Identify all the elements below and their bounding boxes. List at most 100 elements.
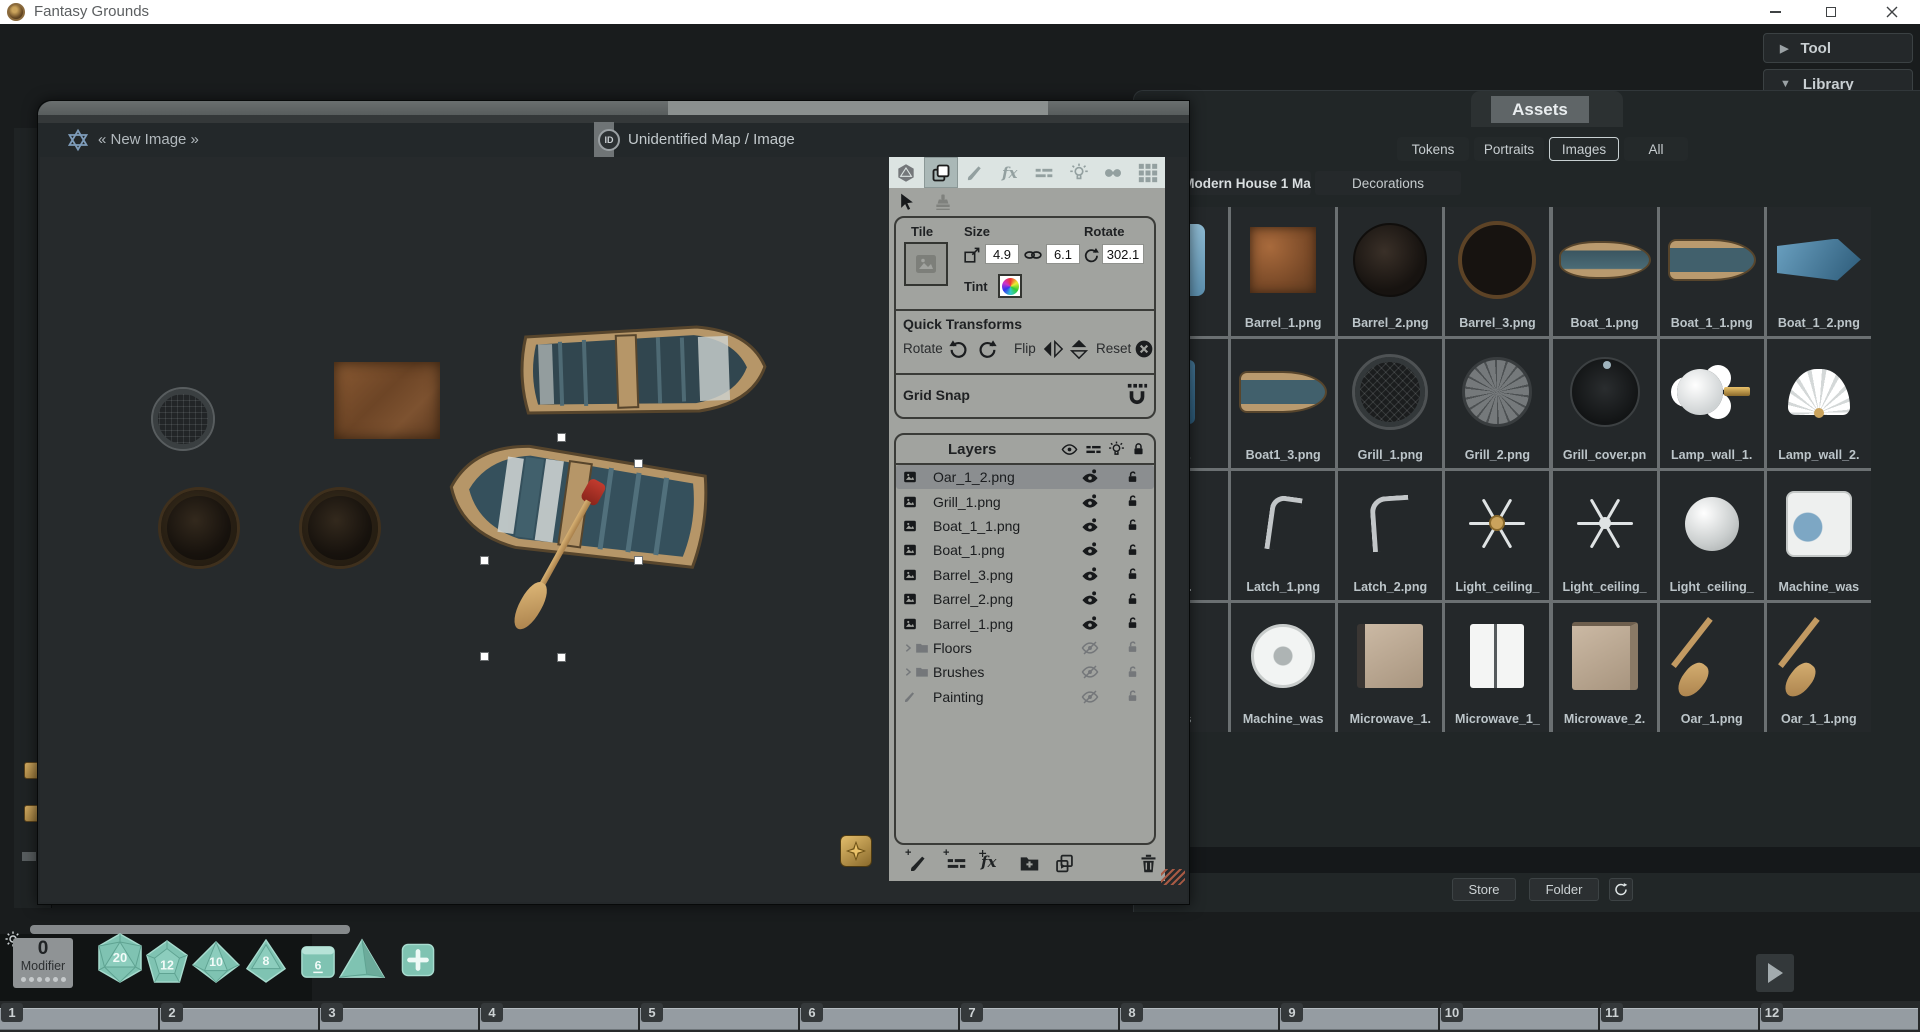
layer-row-barrel-1-png[interactable]: Barrel_1.png bbox=[896, 611, 1154, 635]
delete-layer-button[interactable] bbox=[1138, 853, 1159, 874]
layer-visibility-toggle[interactable] bbox=[1070, 615, 1110, 633]
refresh-button[interactable] bbox=[1609, 878, 1633, 901]
layer-row-barrel-2-png[interactable]: Barrel_2.png bbox=[896, 587, 1154, 611]
tint-swatch[interactable] bbox=[998, 274, 1022, 298]
reset-button[interactable] bbox=[1134, 339, 1154, 359]
minimize-button[interactable] bbox=[1752, 0, 1798, 24]
background-scrollbar[interactable] bbox=[30, 925, 350, 934]
asset-tile[interactable]: Latch_1.png bbox=[1231, 471, 1335, 600]
layer-lock-toggle[interactable] bbox=[1110, 640, 1154, 655]
layer-row-brushes[interactable]: Brushes bbox=[896, 660, 1154, 684]
hotkey-slot-12[interactable]: 12 bbox=[1760, 1008, 1918, 1030]
layer-visibility-toggle[interactable] bbox=[1070, 468, 1110, 486]
map-token-grill[interactable] bbox=[151, 387, 215, 451]
layer-lock-toggle[interactable] bbox=[1110, 592, 1154, 607]
map-token-barrel[interactable] bbox=[299, 487, 381, 569]
compass-button[interactable] bbox=[840, 835, 872, 867]
add-mask-layer-button[interactable]: + bbox=[946, 853, 967, 874]
asset-tile[interactable]: Boat_1_2.png bbox=[1767, 207, 1871, 336]
map-token-rust-plate[interactable] bbox=[334, 362, 440, 439]
hotkey-slot-11[interactable]: 11 bbox=[1600, 1008, 1758, 1030]
selection-handle[interactable] bbox=[557, 433, 566, 442]
hotkey-slot-8[interactable]: 8 bbox=[1120, 1008, 1278, 1030]
die-d4[interactable] bbox=[338, 938, 386, 980]
asset-tile[interactable]: Grill_cover.pn bbox=[1553, 339, 1657, 468]
tab-all[interactable]: All bbox=[1624, 137, 1688, 161]
asset-tile[interactable]: Barrel_1.png bbox=[1231, 207, 1335, 336]
die-d10[interactable]: 10 bbox=[192, 941, 240, 983]
hotkey-slot-3[interactable]: 3 bbox=[320, 1008, 478, 1030]
cursor-tool-icon[interactable] bbox=[897, 192, 917, 212]
hotkey-slot-1[interactable]: 1 bbox=[0, 1008, 158, 1030]
selection-handle[interactable] bbox=[480, 556, 489, 565]
hotkey-slot-10[interactable]: 10 bbox=[1440, 1008, 1598, 1030]
duplicate-layer-button[interactable] bbox=[1054, 853, 1075, 874]
hotkey-slot-5[interactable]: 5 bbox=[640, 1008, 798, 1030]
flip-vertical-button[interactable] bbox=[1068, 338, 1090, 360]
close-button[interactable] bbox=[1864, 0, 1920, 24]
modifier-box[interactable]: 0 Modifier bbox=[13, 938, 73, 988]
asset-tile[interactable]: Latch_2.png bbox=[1338, 471, 1442, 600]
layer-row-grill-1-png[interactable]: Grill_1.png bbox=[896, 489, 1154, 513]
layer-visibility-toggle[interactable] bbox=[1070, 688, 1110, 706]
layer-lock-toggle[interactable] bbox=[1110, 470, 1154, 485]
grid-mode-button[interactable] bbox=[1131, 157, 1166, 188]
layer-row-painting[interactable]: Painting bbox=[896, 685, 1154, 709]
rotate-cw-button[interactable] bbox=[976, 338, 998, 360]
tile-thumbnail[interactable] bbox=[904, 242, 948, 286]
module-button-modern-house[interactable]: Modern House 1 Ma bbox=[1183, 171, 1311, 195]
asset-tile[interactable]: Light_ceiling_ bbox=[1660, 471, 1764, 600]
asset-tile[interactable]: Barrel_2.png bbox=[1338, 207, 1442, 336]
size-width-input[interactable] bbox=[985, 244, 1019, 264]
hotkey-slot-2[interactable]: 2 bbox=[160, 1008, 318, 1030]
maximize-button[interactable] bbox=[1808, 0, 1854, 24]
die-d20[interactable]: 20 bbox=[95, 933, 145, 983]
selection-handle[interactable] bbox=[634, 459, 643, 468]
folder-button[interactable]: Folder bbox=[1529, 878, 1599, 901]
layer-lock-toggle[interactable] bbox=[1110, 689, 1154, 704]
layer-row-boat-1-1-png[interactable]: Boat_1_1.png bbox=[896, 514, 1154, 538]
eye-icon[interactable] bbox=[1060, 441, 1079, 458]
asset-tile[interactable]: Grill_1.png bbox=[1338, 339, 1442, 468]
layer-lock-toggle[interactable] bbox=[1110, 567, 1154, 582]
layer-visibility-toggle[interactable] bbox=[1070, 566, 1110, 584]
asset-tile[interactable]: Oar_1_1.png bbox=[1767, 603, 1871, 732]
layer-lock-toggle[interactable] bbox=[1110, 518, 1154, 533]
layer-visibility-toggle[interactable] bbox=[1070, 639, 1110, 657]
add-folder-button[interactable] bbox=[1019, 853, 1040, 874]
chevron-right-icon[interactable] bbox=[903, 643, 913, 653]
tool-button[interactable]: ▶ Tool bbox=[1763, 33, 1913, 63]
store-button[interactable]: Store bbox=[1452, 878, 1516, 901]
die-d8[interactable]: 8 bbox=[245, 939, 287, 983]
map-token-barrel[interactable] bbox=[158, 487, 240, 569]
asset-tile[interactable]: Machine_was bbox=[1231, 603, 1335, 732]
layer-visibility-toggle[interactable] bbox=[1070, 663, 1110, 681]
layer-visibility-toggle[interactable] bbox=[1070, 541, 1110, 559]
window-resize-grip[interactable] bbox=[1161, 869, 1185, 885]
lightbulb-icon[interactable] bbox=[1108, 441, 1125, 458]
die-d12[interactable]: 12 bbox=[145, 940, 189, 984]
flip-horizontal-button[interactable] bbox=[1042, 338, 1064, 360]
map-token-boat-1[interactable] bbox=[511, 321, 769, 422]
layer-row-oar-1-2-png[interactable]: Oar_1_2.png bbox=[896, 465, 1154, 489]
die-add-die[interactable] bbox=[401, 943, 435, 977]
layer-row-floors[interactable]: Floors bbox=[896, 636, 1154, 660]
asset-tile[interactable]: Lamp_wall_1. bbox=[1660, 339, 1764, 468]
grid-snap-toggle[interactable] bbox=[1126, 383, 1148, 405]
asset-tile[interactable]: Boat_1_1.png bbox=[1660, 207, 1764, 336]
asset-tile[interactable]: Boat_1.png bbox=[1553, 207, 1657, 336]
layer-lock-toggle[interactable] bbox=[1110, 543, 1154, 558]
layers-mode-button[interactable] bbox=[924, 157, 959, 188]
link-icon[interactable] bbox=[1023, 245, 1043, 265]
asset-tile[interactable]: Microwave_1. bbox=[1338, 603, 1442, 732]
die-d6[interactable]: 6 bbox=[300, 943, 336, 979]
layer-visibility-toggle[interactable] bbox=[1070, 590, 1110, 608]
hotkey-slot-6[interactable]: 6 bbox=[800, 1008, 958, 1030]
selection-handle[interactable] bbox=[480, 652, 489, 661]
asset-tile[interactable]: Oar_1.png bbox=[1660, 603, 1764, 732]
asset-tile[interactable]: Microwave_1_ bbox=[1445, 603, 1549, 732]
chevron-right-icon[interactable] bbox=[903, 667, 913, 677]
lighting-mode-button[interactable] bbox=[1062, 157, 1097, 188]
asset-tile[interactable]: Lamp_wall_2. bbox=[1767, 339, 1871, 468]
paint-mode-button[interactable] bbox=[958, 157, 993, 188]
